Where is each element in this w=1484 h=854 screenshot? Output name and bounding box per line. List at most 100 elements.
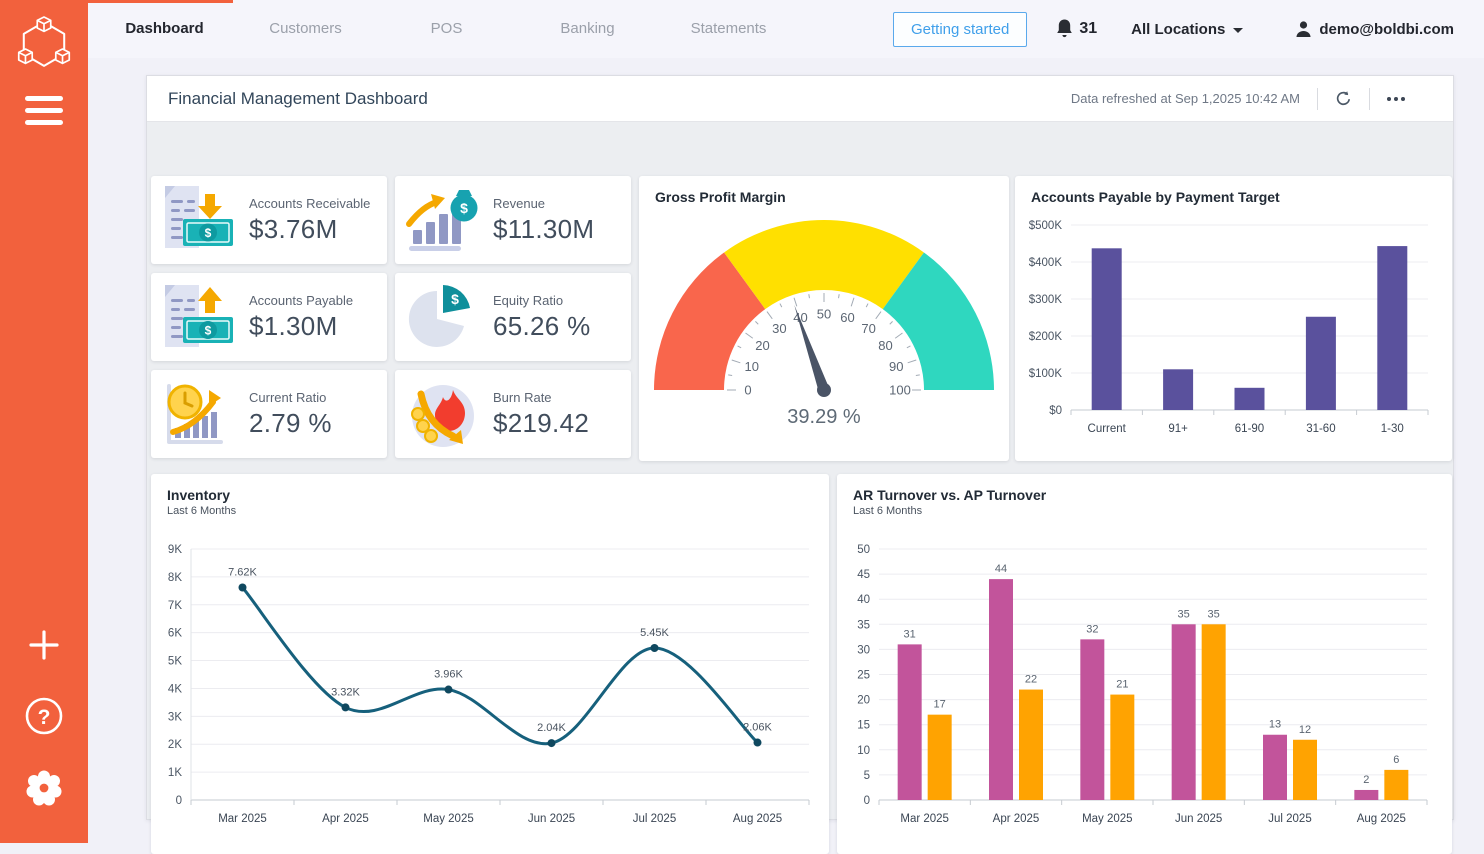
bell-icon <box>1055 18 1074 40</box>
svg-text:2.06K: 2.06K <box>743 722 772 734</box>
svg-text:0: 0 <box>744 383 751 398</box>
more-options-button[interactable] <box>1387 97 1405 101</box>
svg-text:20: 20 <box>755 338 769 353</box>
svg-text:3.32K: 3.32K <box>331 686 360 698</box>
svg-text:$300K: $300K <box>1029 294 1063 306</box>
kpi-label: Revenue <box>493 196 594 211</box>
current-ratio-icon <box>157 376 241 452</box>
nav-tabs: Dashboard Customers POS Banking Statemen… <box>94 0 799 58</box>
svg-text:3K: 3K <box>168 711 182 723</box>
svg-text:90: 90 <box>889 359 903 374</box>
svg-text:22: 22 <box>1025 674 1037 686</box>
gross-profit-margin-gauge: 010203040506070809010039.29 % <box>639 207 1009 450</box>
svg-text:$: $ <box>460 200 468 216</box>
boldbi-logo-icon <box>12 12 76 76</box>
svg-text:$: $ <box>205 324 212 338</box>
svg-text:17: 17 <box>934 699 946 711</box>
svg-text:10: 10 <box>744 359 758 374</box>
dashboard-body: $ Accounts Receivable $3.76M $ <box>147 122 1453 821</box>
svg-text:15: 15 <box>857 720 870 732</box>
svg-text:$400K: $400K <box>1029 257 1063 269</box>
svg-text:1-30: 1-30 <box>1381 423 1404 435</box>
svg-text:100: 100 <box>889 383 911 398</box>
svg-text:2K: 2K <box>168 739 182 751</box>
inventory-line-chart: 01K2K3K4K5K6K7K8K9KMar 2025Apr 2025May 2… <box>151 525 829 835</box>
svg-text:5K: 5K <box>168 656 182 668</box>
svg-text:May 2025: May 2025 <box>1082 813 1133 825</box>
ar-ap-turnover-chart: 05101520253035404550Mar 2025Apr 2025May … <box>837 525 1452 835</box>
more-options-icon <box>1387 97 1405 101</box>
add-icon[interactable] <box>27 628 61 662</box>
tab-customers[interactable]: Customers <box>235 0 376 58</box>
svg-text:2.04K: 2.04K <box>537 722 566 734</box>
notification-count: 31 <box>1079 20 1097 38</box>
svg-text:6K: 6K <box>168 628 182 640</box>
accounts-receivable-icon: $ <box>157 182 241 258</box>
kpi-label: Burn Rate <box>493 390 589 405</box>
panel-inventory: Inventory Last 6 Months 01K2K3K4K5K6K7K8… <box>151 474 829 854</box>
chart-title: AR Turnover vs. AP Turnover <box>837 474 1452 503</box>
svg-text:May 2025: May 2025 <box>423 813 474 825</box>
tab-pos[interactable]: POS <box>376 0 517 58</box>
menu-hamburger-icon[interactable] <box>25 96 63 130</box>
svg-text:13: 13 <box>1269 719 1281 731</box>
svg-text:5.45K: 5.45K <box>640 627 669 639</box>
svg-text:Aug 2025: Aug 2025 <box>733 813 782 825</box>
notifications-button[interactable]: 31 <box>1055 18 1097 40</box>
kpi-value: 65.26 % <box>493 311 591 342</box>
svg-text:0: 0 <box>176 795 182 807</box>
user-icon <box>1295 20 1312 39</box>
active-tab-indicator <box>88 0 233 3</box>
tab-banking[interactable]: Banking <box>517 0 658 58</box>
svg-text:35: 35 <box>1208 608 1220 620</box>
ap-by-payment-target-chart: $0$100K$200K$300K$400K$500KCurrent91+61-… <box>1015 207 1452 452</box>
svg-text:Jul 2025: Jul 2025 <box>1268 813 1311 825</box>
account-menu[interactable]: demo@boldbi.com <box>1295 20 1454 39</box>
svg-text:?: ? <box>38 706 51 729</box>
svg-text:7K: 7K <box>168 600 182 612</box>
svg-text:39.29 %: 39.29 % <box>787 406 861 428</box>
svg-text:Jun 2025: Jun 2025 <box>528 813 575 825</box>
account-email: demo@boldbi.com <box>1319 21 1454 38</box>
kpi-label: Accounts Payable <box>249 293 353 308</box>
svg-text:25: 25 <box>857 670 870 682</box>
panel-gross-profit-margin: Gross Profit Margin 01020304050607080901… <box>639 176 1009 461</box>
kpi-label: Current Ratio <box>249 390 332 405</box>
chart-title: Accounts Payable by Payment Target <box>1015 176 1452 205</box>
location-dropdown[interactable]: All Locations <box>1131 21 1243 38</box>
svg-text:40: 40 <box>857 594 870 606</box>
svg-text:4K: 4K <box>168 683 182 695</box>
tab-statements[interactable]: Statements <box>658 0 799 58</box>
svg-text:$: $ <box>205 226 212 240</box>
svg-text:9K: 9K <box>168 544 182 556</box>
svg-text:10: 10 <box>857 745 870 757</box>
settings-gear-icon[interactable] <box>24 768 64 808</box>
svg-text:50: 50 <box>817 307 831 322</box>
svg-text:31: 31 <box>904 628 916 640</box>
equity-ratio-icon: $ <box>401 279 485 355</box>
svg-text:0: 0 <box>864 795 870 807</box>
svg-text:21: 21 <box>1116 679 1128 691</box>
svg-text:Mar 2025: Mar 2025 <box>900 813 949 825</box>
kpi-card-equity-ratio: $ Equity Ratio 65.26 % <box>395 273 631 361</box>
svg-text:91+: 91+ <box>1168 423 1188 435</box>
svg-text:$200K: $200K <box>1029 331 1063 343</box>
refresh-button[interactable] <box>1335 90 1352 107</box>
svg-text:Aug 2025: Aug 2025 <box>1357 813 1406 825</box>
svg-text:35: 35 <box>1178 608 1190 620</box>
help-icon[interactable]: ? <box>22 694 66 738</box>
kpi-label: Equity Ratio <box>493 293 591 308</box>
page-title: Financial Management Dashboard <box>147 89 428 109</box>
burn-rate-icon <box>401 376 485 452</box>
kpi-card-current-ratio: Current Ratio 2.79 % <box>151 370 387 458</box>
svg-text:Jun 2025: Jun 2025 <box>1175 813 1222 825</box>
tab-dashboard[interactable]: Dashboard <box>94 0 235 58</box>
svg-text:45: 45 <box>857 569 870 581</box>
kpi-value: $3.76M <box>249 214 370 245</box>
kpi-label: Accounts Receivable <box>249 196 370 211</box>
location-label: All Locations <box>1131 21 1225 38</box>
chart-title: Gross Profit Margin <box>639 176 1009 205</box>
kpi-card-accounts-payable: $ Accounts Payable $1.30M <box>151 273 387 361</box>
getting-started-button[interactable]: Getting started <box>893 12 1027 47</box>
kpi-card-revenue: $ Revenue $11.30M <box>395 176 631 264</box>
